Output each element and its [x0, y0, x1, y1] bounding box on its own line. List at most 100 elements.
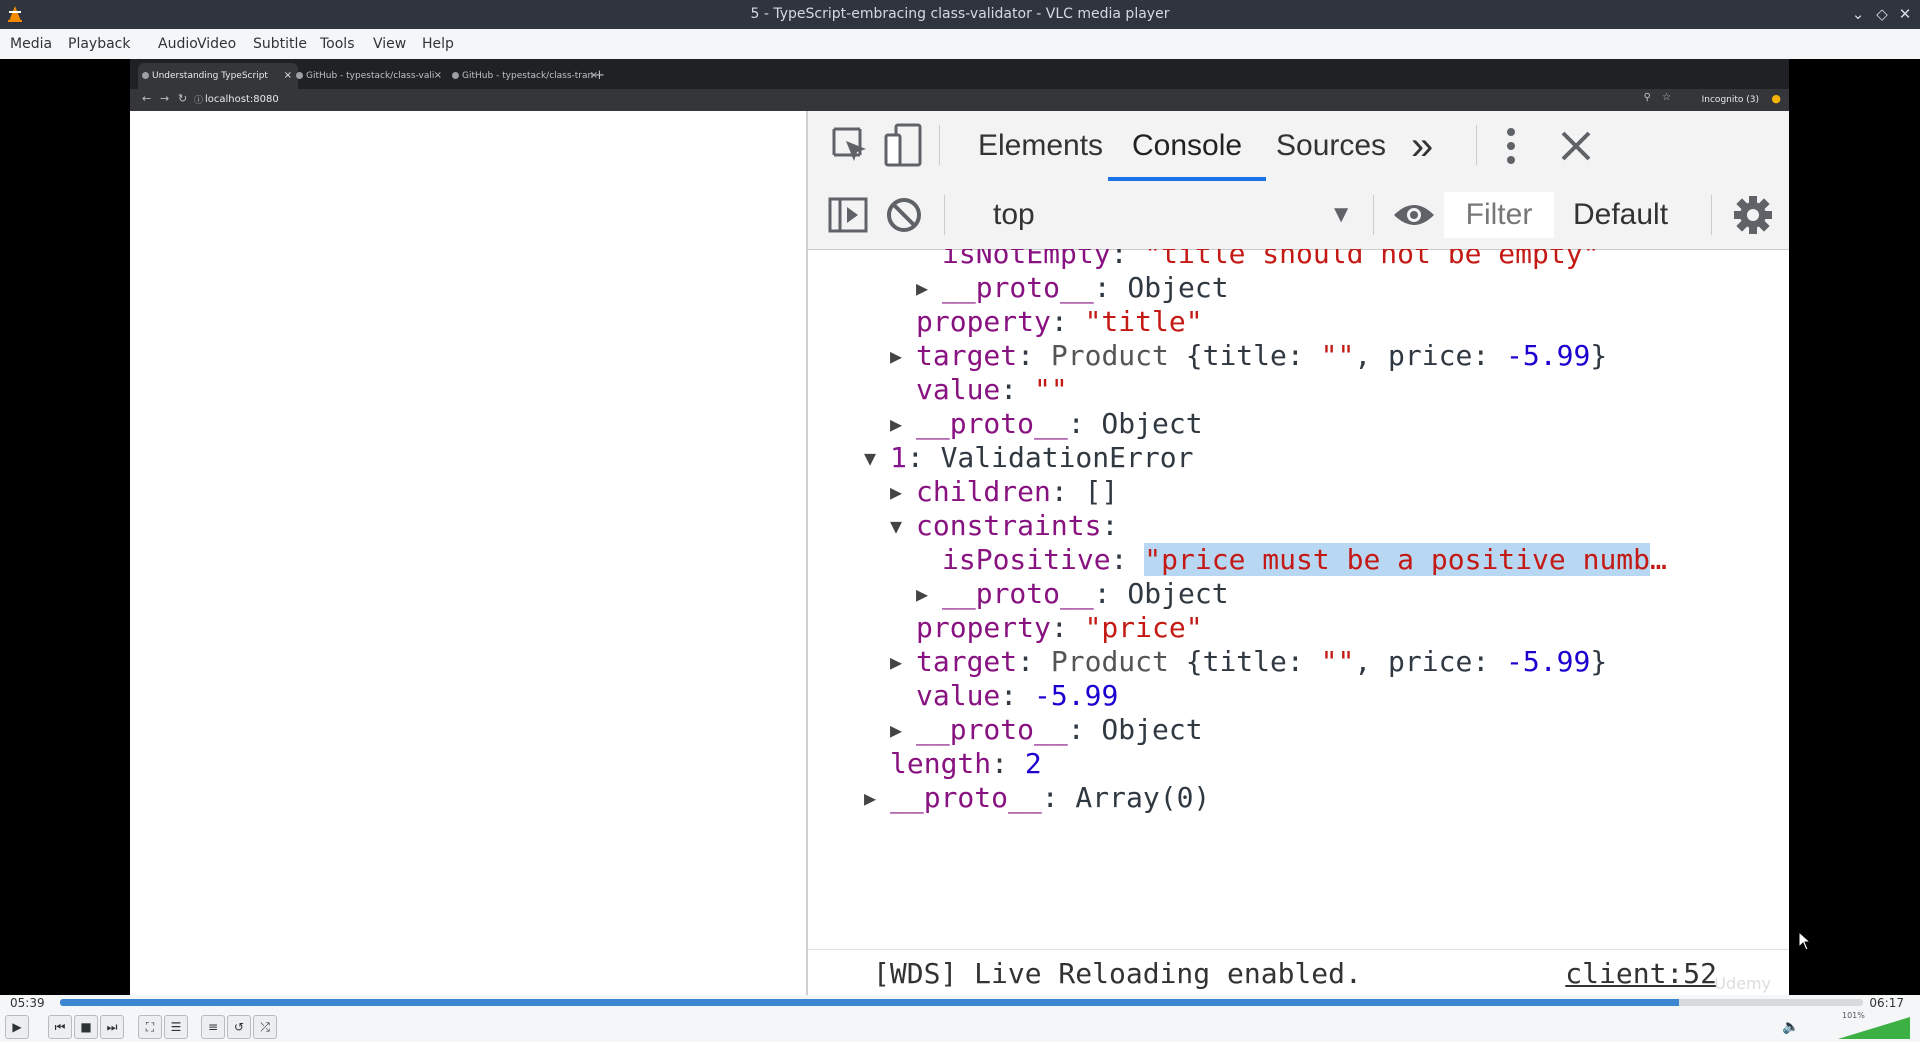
expand-right-icon[interactable]: ▶ — [916, 271, 942, 305]
seek-slider[interactable] — [60, 999, 1863, 1006]
console-footer-message: [WDS] Live Reloading enabled. client:52 … — [808, 949, 1789, 995]
context-select[interactable]: top ▼ — [993, 195, 1353, 235]
browser-tab-label: Understanding TypeScript — [152, 71, 268, 81]
expand-down-icon[interactable]: ▼ — [890, 509, 916, 543]
bookmark-star-icon: ☆ — [1662, 92, 1671, 103]
console-token: } — [1590, 645, 1608, 678]
console-token: length — [890, 747, 992, 780]
menu-media[interactable]: Media — [8, 29, 54, 59]
console-line[interactable]: ▶ __proto__: Object — [916, 271, 1229, 305]
reload-icon: ↻ — [178, 92, 188, 105]
console-token: value — [916, 373, 1001, 406]
source-link[interactable]: client:52 — [1565, 954, 1717, 994]
console-output: isNotEmpty: "title should not be empty" ▶… — [808, 249, 1789, 949]
live-expression-eye-icon[interactable] — [1392, 201, 1436, 229]
separator — [944, 195, 945, 235]
filter-input[interactable]: Filter — [1444, 192, 1554, 238]
sidebar-toggle-icon[interactable] — [828, 197, 868, 233]
menu-tools[interactable]: Tools — [318, 29, 357, 59]
more-tabs-icon[interactable]: » — [1411, 111, 1433, 181]
console-token: "" — [1320, 339, 1355, 372]
loop-button[interactable]: ↺ — [227, 1015, 251, 1039]
menu-audio[interactable]: Audio — [156, 29, 200, 59]
console-token: "price must be a positive numb — [1144, 543, 1651, 576]
close-icon[interactable]: ✕ — [1895, 4, 1915, 24]
tab-sources[interactable]: Sources — [1276, 111, 1386, 181]
menu-view[interactable]: View — [371, 29, 408, 59]
fullscreen-button[interactable]: ⛶ — [138, 1015, 162, 1039]
forward-icon: → — [160, 92, 170, 105]
video-area[interactable]: Understanding TypeScript × GitHub - type… — [0, 59, 1920, 995]
menu-video[interactable]: Video — [195, 29, 238, 59]
console-token: : Array(0) — [1041, 781, 1211, 814]
console-token: {title: — [1185, 645, 1321, 678]
previous-button[interactable]: ⏮ — [48, 1015, 72, 1039]
console-token: Product — [1050, 645, 1186, 678]
console-token: : Object — [1067, 407, 1203, 440]
kebab-menu-icon[interactable] — [1504, 127, 1518, 165]
inspect-element-icon — [832, 127, 866, 161]
console-line[interactable]: ▶ __proto__: Object — [890, 407, 1203, 441]
log-levels-select[interactable]: Default — [1573, 192, 1668, 238]
console-token: : [] — [1050, 475, 1119, 508]
speaker-icon[interactable]: 🔈 — [1782, 1019, 1799, 1035]
maximize-icon[interactable]: ◇ — [1872, 4, 1892, 24]
back-icon: ← — [142, 92, 152, 105]
console-token: "title should not be empty" — [1144, 249, 1600, 270]
expand-right-icon[interactable]: ▶ — [916, 577, 942, 611]
playlist-button[interactable]: ≡ — [201, 1015, 225, 1039]
expand-right-icon[interactable]: ▶ — [890, 713, 916, 747]
console-line: isPositive: "price must be a positive nu… — [942, 543, 1667, 577]
tab-close-icon: × — [433, 70, 442, 81]
next-button[interactable]: ⏭ — [100, 1015, 124, 1039]
browser-tab-label: GitHub - typestack/class-tran — [462, 71, 594, 81]
console-line: length: 2 — [890, 747, 1042, 781]
console-token: : — [1050, 305, 1085, 338]
close-devtools-icon[interactable] — [1560, 130, 1592, 162]
console-line: value: "" — [916, 373, 1068, 407]
console-line[interactable]: ▼ 1: ValidationError — [864, 441, 1193, 475]
console-line[interactable]: ▶ __proto__: Object — [890, 713, 1203, 747]
menu-help[interactable]: Help — [420, 29, 456, 59]
favicon-icon — [142, 72, 149, 79]
console-token: __proto__ — [890, 781, 1042, 814]
expand-down-icon[interactable]: ▼ — [864, 441, 890, 475]
udemy-watermark: Udemy — [1714, 974, 1771, 993]
expand-right-icon[interactable]: ▶ — [890, 407, 916, 441]
console-token: … — [1650, 543, 1667, 576]
zoom-icon: ⚲ — [1643, 92, 1651, 103]
new-tab-icon: + — [594, 68, 605, 83]
clear-console-icon[interactable] — [886, 197, 922, 233]
browser-tabstrip: Understanding TypeScript × GitHub - type… — [130, 59, 1789, 89]
settings-gear-icon[interactable] — [1733, 195, 1773, 235]
expand-right-icon[interactable]: ▶ — [890, 475, 916, 509]
stop-button[interactable]: ■ — [74, 1015, 98, 1039]
device-toolbar-icon — [884, 123, 922, 167]
console-line[interactable]: ▶ children: [] — [890, 475, 1118, 509]
console-line[interactable]: ▶ target: Product {title: "", price: -5.9… — [890, 339, 1607, 373]
elapsed-time: 05:39 — [10, 996, 45, 1010]
devtools-panel: Elements Console Sources » top ▼ Filter … — [806, 111, 1789, 995]
console-line[interactable]: ▶ __proto__: Array(0) — [864, 781, 1210, 815]
tab-console[interactable]: Console — [1108, 111, 1267, 181]
console-token: : — [1017, 645, 1051, 678]
play-button[interactable]: ▶ — [5, 1015, 29, 1039]
volume-slider[interactable] — [1838, 1017, 1910, 1039]
console-token: : — [1017, 339, 1051, 372]
console-token: __proto__ — [942, 577, 1094, 610]
tab-elements[interactable]: Elements — [978, 111, 1103, 181]
console-token: property — [916, 305, 1051, 338]
minimize-icon[interactable]: ⌄ — [1848, 4, 1868, 24]
expand-right-icon[interactable]: ▶ — [890, 645, 916, 679]
console-line[interactable]: ▶ target: Product {title: "", price: -5.9… — [890, 645, 1607, 679]
expand-right-icon[interactable]: ▶ — [890, 339, 916, 373]
console-line[interactable]: ▼ constraints: — [890, 509, 1118, 543]
expand-right-icon[interactable]: ▶ — [864, 781, 890, 815]
extended-settings-button[interactable]: ☰ — [164, 1015, 188, 1039]
console-token: isPositive — [942, 543, 1111, 576]
console-token: 2 — [1024, 747, 1042, 780]
menu-playback[interactable]: Playback — [66, 29, 132, 59]
menu-subtitle[interactable]: Subtitle — [251, 29, 309, 59]
shuffle-button[interactable]: ⤮ — [253, 1015, 277, 1039]
console-line[interactable]: ▶ __proto__: Object — [916, 577, 1229, 611]
